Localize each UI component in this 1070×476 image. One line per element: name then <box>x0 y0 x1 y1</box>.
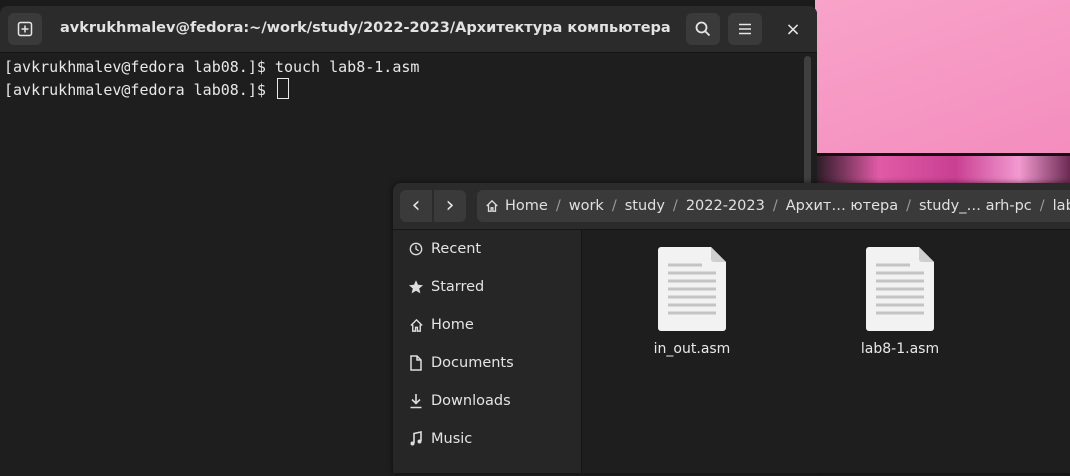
file-name: in_out.asm <box>653 341 731 357</box>
star-icon <box>409 280 423 294</box>
sidebar-item-home[interactable]: Home <box>393 306 581 344</box>
search-icon <box>695 21 711 37</box>
clock-icon <box>409 242 423 256</box>
sidebar-item-label: Home <box>431 317 474 333</box>
terminal-prompt: [avkrukhmalev@fedora lab08.]$ <box>4 81 275 99</box>
breadcrumb-architecture[interactable]: Архит… ютера <box>786 198 898 214</box>
sidebar-item-music[interactable]: Music <box>393 420 581 458</box>
sidebar-item-label: Documents <box>431 355 514 371</box>
chevron-left-icon: ‹ <box>411 193 421 218</box>
breadcrumb-label: Home <box>505 198 548 214</box>
breadcrumb-separator: / <box>772 198 778 214</box>
terminal-output[interactable]: [avkrukhmalev@fedora lab08.]$ touch lab8… <box>0 53 817 105</box>
forward-button[interactable]: › <box>434 190 466 222</box>
terminal-scrollbar[interactable] <box>804 56 811 196</box>
close-icon: × <box>785 18 801 40</box>
terminal-header: avkrukhmalev@fedora:~/work/study/2022-20… <box>0 6 817 53</box>
file-item-in-out[interactable]: in_out.asm <box>632 247 752 357</box>
back-button[interactable]: ‹ <box>400 190 432 222</box>
file-manager-header: ‹ › Home / work / study / 2022-2023 / Ар… <box>393 183 1070 230</box>
terminal-title: avkrukhmalev@fedora:~/work/study/2022-20… <box>60 20 670 36</box>
breadcrumb-study[interactable]: study <box>625 198 665 214</box>
music-icon <box>410 431 422 446</box>
sidebar-item-starred[interactable]: Starred <box>393 268 581 306</box>
terminal-cursor <box>276 78 289 99</box>
sidebar-item-downloads[interactable]: Downloads <box>393 382 581 420</box>
home-icon <box>409 318 423 332</box>
menu-button[interactable] <box>728 13 762 45</box>
new-tab-button[interactable] <box>8 13 42 45</box>
file-item-lab8-1[interactable]: lab8-1.asm <box>840 247 960 357</box>
sidebar-item-recent[interactable]: Recent <box>393 230 581 268</box>
text-file-icon <box>866 247 934 331</box>
document-icon <box>410 355 422 371</box>
sidebar-item-documents[interactable]: Documents <box>393 344 581 382</box>
file-view: in_out.asm lab8-1.asm <box>582 230 1070 473</box>
new-tab-icon <box>17 21 33 37</box>
hamburger-icon <box>739 23 751 35</box>
file-manager-window: ‹ › Home / work / study / 2022-2023 / Ар… <box>393 183 1070 473</box>
terminal-line: [avkrukhmalev@fedora lab08.]$ touch lab8… <box>4 58 420 76</box>
search-button[interactable] <box>686 13 720 45</box>
breadcrumb-year[interactable]: 2022-2023 <box>686 198 765 214</box>
download-icon <box>410 394 422 409</box>
file-name: lab8-1.asm <box>860 341 940 357</box>
wallpaper-band <box>815 156 1070 186</box>
breadcrumb-separator: / <box>906 198 911 214</box>
home-icon <box>486 199 498 212</box>
sidebar-item-label: Recent <box>431 241 482 257</box>
sidebar-item-label: Starred <box>431 279 485 295</box>
path-bar: Home / work / study / 2022-2023 / Архит…… <box>477 190 1070 222</box>
breadcrumb-study-arh[interactable]: study_… arh-pc <box>919 198 1032 214</box>
breadcrumb-separator: / <box>1039 198 1045 214</box>
sidebar-item-label: Downloads <box>431 393 511 409</box>
close-button[interactable]: × <box>776 13 810 45</box>
breadcrumb-home[interactable]: Home <box>477 198 548 214</box>
text-file-icon <box>658 247 726 331</box>
breadcrumb-separator: / <box>672 198 678 214</box>
terminal-prompt-line: [avkrukhmalev@fedora lab08.]$ <box>4 78 813 101</box>
breadcrumb-separator: / <box>555 198 561 214</box>
chevron-right-icon: › <box>445 193 455 218</box>
sidebar-item-label: Music <box>431 431 473 447</box>
breadcrumb-separator: / <box>611 198 617 214</box>
breadcrumb-work[interactable]: work <box>569 198 604 214</box>
breadcrumb-lab[interactable]: lab <box>1053 198 1070 214</box>
places-sidebar: Recent Starred Home Documents Downloads … <box>393 230 582 473</box>
